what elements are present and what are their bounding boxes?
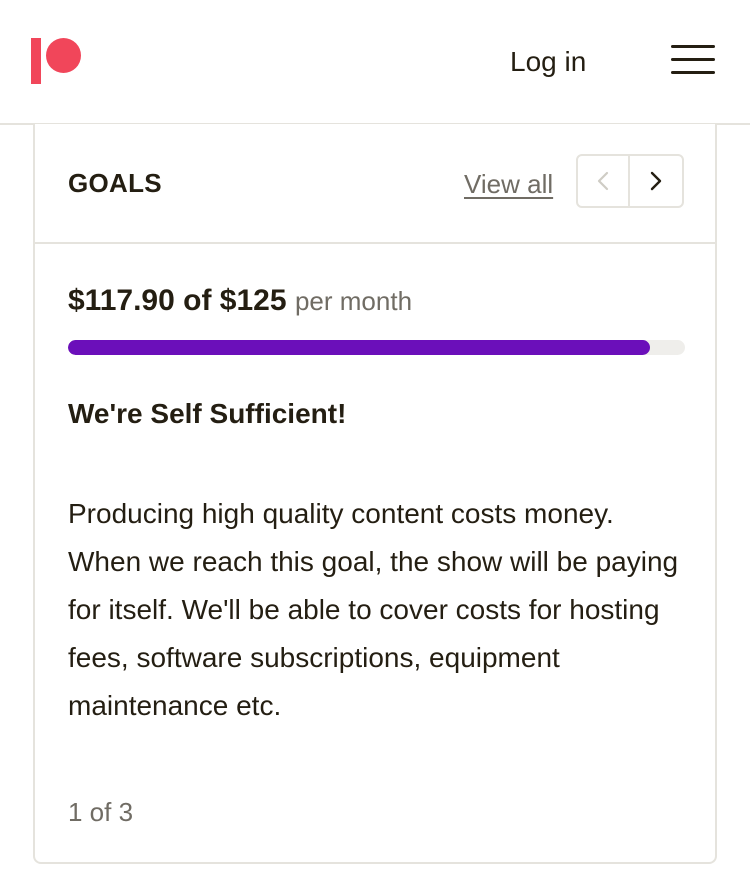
menu-line [671,71,715,74]
goal-progress-fill [68,340,650,355]
hamburger-menu-icon[interactable] [671,45,715,77]
goals-heading: GOALS [68,168,162,198]
view-all-link[interactable]: View all [464,168,553,200]
goal-amount: $117.90 of $125 [68,284,287,317]
menu-line [671,45,715,48]
goal-page-indicator: 1 of 3 [68,797,134,827]
goals-card-header: GOALS View all [35,124,715,244]
goal-description: Producing high quality content costs mon… [68,498,679,721]
menu-line [671,58,715,61]
previous-goal-button[interactable] [578,156,631,206]
goal-pager [576,154,684,208]
goal-title: We're Self Sufficient! [68,398,347,429]
logo-dot [46,38,81,73]
goal-amount-line: $117.90 of $125 per month [68,284,412,323]
patreon-logo-icon[interactable] [31,38,83,86]
login-link[interactable]: Log in [510,44,586,80]
goals-card: GOALS View all $117.90 of $125 per month… [33,124,717,864]
chevron-left-icon [597,171,609,191]
chevron-right-icon [650,171,662,191]
logo-bar [31,38,41,84]
goal-period: per month [294,286,413,316]
next-goal-button[interactable] [630,156,682,206]
top-navigation-bar: Log in [0,0,750,125]
goal-progress-bar [68,340,685,355]
